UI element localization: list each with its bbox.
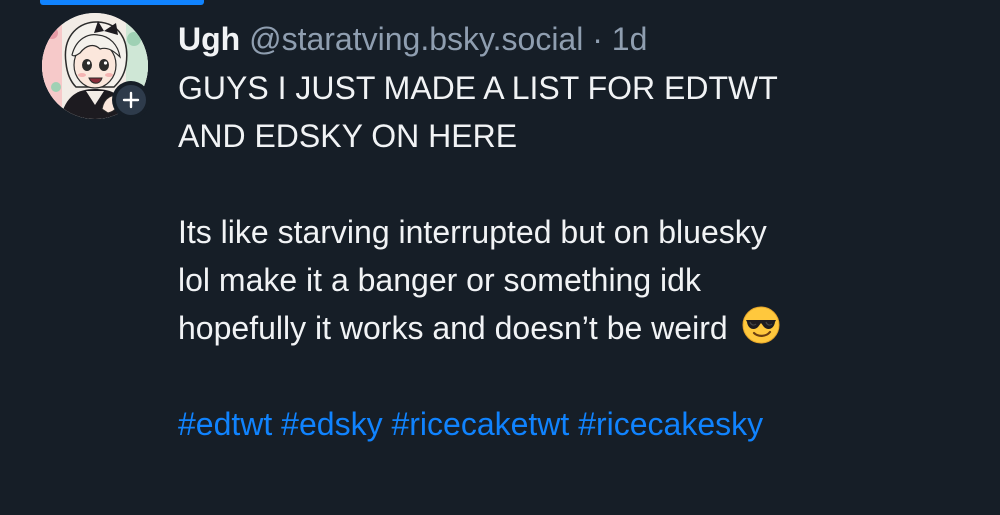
hashtag-list: #edtwt #edsky #ricecaketwt #ricecakesky [178, 400, 978, 448]
sunglasses-emoji-icon [741, 305, 781, 345]
hashtag-link[interactable]: #edsky [281, 406, 382, 442]
post-text-line-with-emoji: hopefully it works and doesn’t be weird [178, 304, 978, 352]
post-text-line: Its like starving interrupted but on blu… [178, 214, 767, 250]
post[interactable]: Ugh @staratving.bsky.social · 1d GUYS I … [0, 0, 1000, 515]
hashtag-link[interactable]: #ricecakesky [578, 406, 763, 442]
plus-icon [122, 91, 140, 109]
post-text-line: AND EDSKY ON HERE [178, 118, 518, 154]
follow-button[interactable] [112, 81, 150, 119]
header-separator: · [592, 21, 603, 57]
hashtag-link[interactable]: #edtwt [178, 406, 272, 442]
post-text-line: lol make it a banger or something idk [178, 262, 701, 298]
author-avatar-container[interactable] [42, 13, 150, 121]
post-body: GUYS I JUST MADE A LIST FOR EDTWT AND ED… [178, 64, 978, 400]
follow-badge-circle [116, 85, 146, 115]
author-display-name[interactable]: Ugh [178, 21, 240, 57]
post-text-line: GUYS I JUST MADE A LIST FOR EDTWT [178, 70, 778, 106]
post-header: Ugh @staratving.bsky.social · 1d [178, 14, 978, 64]
hashtag-link[interactable]: #ricecaketwt [391, 406, 569, 442]
author-handle[interactable]: @staratving.bsky.social [249, 21, 583, 57]
post-text-line: hopefully it works and doesn’t be weird [178, 310, 728, 346]
post-content: Ugh @staratving.bsky.social · 1d GUYS I … [178, 14, 978, 448]
post-timestamp[interactable]: 1d [612, 21, 648, 57]
